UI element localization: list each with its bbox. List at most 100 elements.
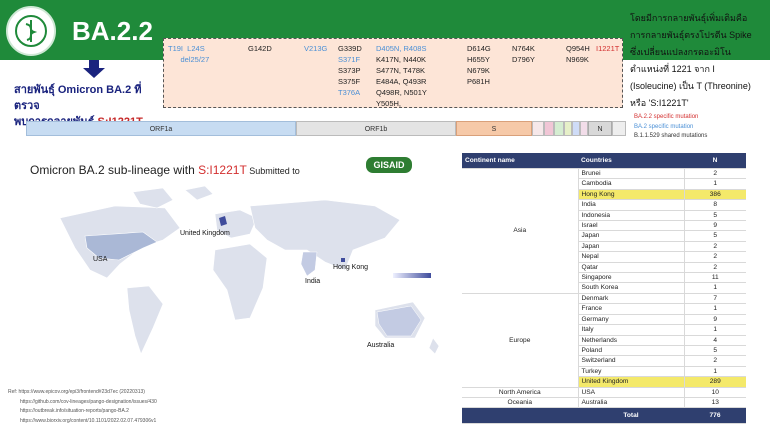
country-cell: Hong Kong [578,189,685,201]
country-cell: Japan [578,230,685,242]
map-label-uk: United Kingdom [180,230,230,237]
mutation-col-6: D614G H655Y N679K P681H [467,44,491,86]
country-cell: Denmark [578,293,685,305]
genome-orf8 [580,121,588,136]
genome-orf1a: ORF1a [26,121,296,136]
total-label: Total [578,407,684,425]
page-title: BA.2.2 [72,16,153,46]
map-label-usa: USA [93,256,108,263]
reference-line: https://outbreak.info/situation-reports/… [20,408,129,414]
genome-orf6 [564,121,572,136]
genome-orf3a [532,121,544,136]
table-total-row: Total 776 [462,407,746,425]
map-label-australia: Australia [367,342,395,349]
description-line: การกลายพันธุ์ตรงโปรตีน Spike [630,30,752,40]
genome-n: N [588,121,612,136]
count-cell: 2 [684,168,746,180]
continent-cell: Asia [462,168,579,294]
genome-m [554,121,564,136]
legend-shared: B.1.1.529 shared mutations [634,133,708,139]
down-arrow-icon [83,60,105,78]
mutation-item: S373P [338,66,361,75]
reference-line: Ref: https://www.epicov.org/epi3/fronten… [8,389,145,395]
description-text: โดยมีการกลายพันธุ์เพิ่มเติมคือ การกลายพั… [630,10,768,112]
legend-specific: BA.2.2 specific mutation [634,114,699,120]
mutation-col-3: V213G [304,44,328,53]
map-label-hong-kong: Hong Kong [333,264,369,271]
subtitle-mutation: S:I1221T [198,163,247,177]
country-cell: Japan [578,241,685,253]
table-row: Europe Denmark 7 [462,293,746,388]
count-cell: 1 [684,303,746,315]
total-spacer [462,407,578,425]
mutation-col-1: T19I L24S del25/27 [168,44,210,64]
description-line: โดยมีการกลายพันธุ์เพิ่มเติมคือ [630,13,748,23]
country-cell: India [578,199,685,211]
country-cell: USA [578,387,685,398]
mutation-col-5: K417N, N440K S477N, T478K E484A, Q493R Q… [376,55,427,108]
mutation-col-2: G142D [248,44,272,53]
mutation-item: G339D [338,44,362,53]
table-row: North America USA 10 [462,387,746,398]
header-n: N [684,153,746,169]
country-cell: Netherlands [578,335,685,346]
country-cell: South Korea [578,282,685,294]
map-subtitle: Omicron BA.2 sub-lineage with S:I1221T S… [30,163,300,177]
reference-line: https://www.biorxiv.org/content/10.1101/… [20,417,157,424]
country-cell: Nepal [578,251,685,263]
subtitle-text: Omicron BA.2 sub-lineage with [30,163,199,177]
map-color-scale [393,273,431,278]
genome-s: S [456,121,532,136]
country-cell: Singapore [578,272,685,284]
mutation-col-7: N764K D796Y [512,44,535,64]
country-cell: Indonesia [578,210,685,222]
count-cell: 2 [684,262,746,274]
country-cell: Cambodia [578,178,685,190]
header-countries: Countries [578,153,684,169]
country-cell: Turkey [578,366,685,378]
genome-bar: ORF1a ORF1b S N [26,121,626,136]
country-table: Continent name Countries N Asia Brunei 2 Ca… [462,153,746,425]
count-cell: 2 [684,355,746,367]
total-value: 776 [684,407,746,425]
count-cell: 5 [684,230,746,242]
count-cell: 1 [684,324,746,336]
gisaid-logo: GISAID [366,157,412,173]
count-cell: 13 [684,397,746,409]
header-continent: Continent name [462,153,578,169]
genome-orf7 [572,121,580,136]
count-cell: 2 [684,241,746,253]
count-cell: 386 [684,189,746,201]
genome-orf1b: ORF1b [296,121,456,136]
reference-line: https://github.com/cov-lineages/pango-de… [20,398,157,405]
table-row: Oceania Australia 13 [462,397,746,409]
count-cell: 5 [684,345,746,357]
country-cell: Qatar [578,262,685,274]
country-cell: Germany [578,314,685,326]
description-line: (Isoleucine) เป็น T (Threonine) [630,81,751,91]
country-cell: United Kingdom [578,376,685,388]
world-map-svg [59,185,440,355]
count-cell: 11 [684,272,746,284]
country-cell: Italy [578,324,685,336]
count-cell: 1 [684,178,746,190]
subtitle-suffix: Submitted to [246,166,300,176]
count-cell: 289 [684,376,746,388]
count-cell: 7 [684,293,746,305]
mutation-col-5-blue: D405N, R408S [376,44,427,53]
continent-cell: Europe [462,293,579,388]
count-cell: 9 [684,314,746,326]
continent-cell: North America [462,387,579,398]
references: Ref: https://www.epicov.org/epi3/fronten… [8,388,157,426]
ministry-logo [6,6,56,56]
country-cell: Australia [578,397,685,409]
genome-e [544,121,554,136]
count-cell: 1 [684,282,746,294]
country-cell: Israel [578,220,685,232]
table-body: Asia Brunei 2 Cambodia 1 Hong Kong 386 India 8 In… [462,168,746,425]
mutation-col-8: Q954H N969K [566,44,590,64]
count-cell: 5 [684,210,746,222]
genome-orf10 [612,121,626,136]
lineage-line-1: สายพันธุ์ Omicron BA.2 ที่ตรวจ [14,84,142,112]
table-header: Continent name Countries N [462,153,746,169]
